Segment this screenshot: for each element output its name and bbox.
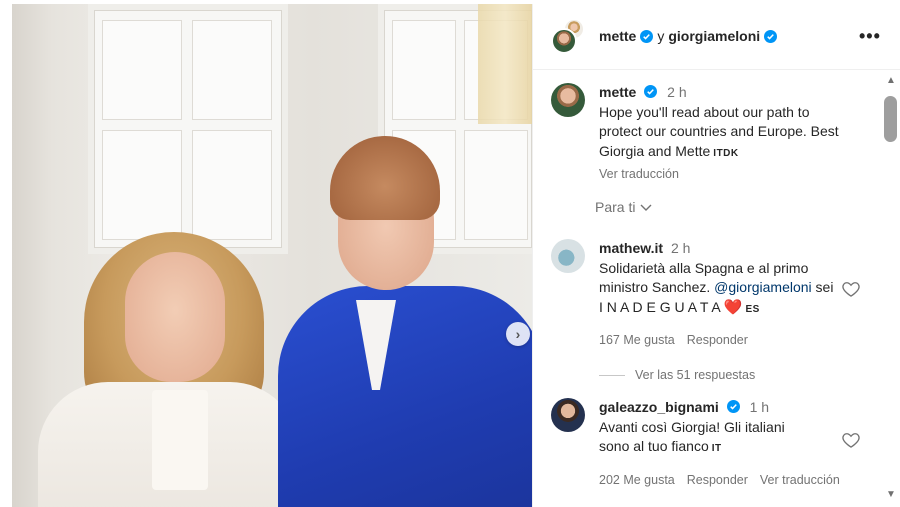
mention-link[interactable]: @giorgiameloni	[714, 279, 811, 295]
post-photo[interactable]: ›	[12, 4, 532, 507]
author-link[interactable]: mette	[599, 28, 636, 44]
avatar[interactable]	[551, 239, 585, 273]
scroll-up-icon[interactable]: ▲	[885, 76, 897, 86]
verified-badge-icon	[726, 400, 740, 413]
reply-button[interactable]: Responder	[687, 471, 748, 491]
verified-badge-icon	[764, 29, 778, 43]
scrollbar[interactable]: ▲ ▼	[881, 72, 900, 507]
language-tag: ES	[745, 303, 760, 315]
verified-badge-icon	[644, 85, 658, 98]
window-left	[88, 4, 288, 254]
see-translation-link[interactable]: Ver traducción	[760, 471, 840, 491]
reply-button[interactable]: Responder	[687, 331, 748, 351]
scrollbar-thumb[interactable]	[884, 96, 897, 142]
avatar[interactable]	[551, 28, 577, 54]
comments-list: mette 2 h Hope you'll read about our pat…	[533, 71, 881, 507]
comment-likes[interactable]: 167 Me gusta	[599, 331, 675, 351]
view-replies-label: Ver las 51 respuestas	[635, 368, 756, 382]
language-tag: ITDK	[713, 147, 739, 159]
post-authors: mette y giorgiameloni	[599, 28, 778, 44]
comment-time: 1 h	[749, 399, 770, 415]
chevron-down-icon	[640, 204, 652, 211]
chevron-right-icon: ›	[515, 326, 521, 342]
comment-likes[interactable]: 202 Me gusta	[599, 471, 675, 491]
comment-username[interactable]: mathew.it	[599, 240, 663, 256]
curtain	[478, 4, 532, 124]
avatar[interactable]	[551, 398, 585, 432]
heart-emoji-icon: ❤️	[723, 298, 743, 316]
language-tag: IT	[711, 443, 722, 454]
comment-time: 2 h	[670, 240, 691, 256]
author-link[interactable]: giorgiameloni	[668, 28, 760, 44]
see-translation-link[interactable]: Ver traducción	[599, 165, 839, 185]
verified-badge-icon	[640, 29, 654, 43]
replies-divider	[599, 374, 625, 376]
post-side-panel: mette y giorgiameloni ••• mette 2 h Hope…	[532, 4, 900, 507]
comment-sort-dropdown[interactable]: Para ti	[595, 199, 653, 215]
comment-text: Avanti così Giorgia! Gli italiani sono a…	[599, 418, 785, 455]
comment-username[interactable]: galeazzo_bignami	[599, 399, 719, 415]
avatar[interactable]	[551, 83, 585, 117]
view-replies-button[interactable]: Ver las 51 respuestas	[599, 368, 755, 382]
post-header: mette y giorgiameloni •••	[533, 4, 900, 70]
authors-separator: y	[657, 28, 665, 44]
sort-label: Para ti	[595, 199, 636, 215]
scroll-down-icon[interactable]: ▼	[885, 490, 897, 500]
comment-time: 2 h	[667, 84, 687, 100]
heart-outline-icon[interactable]	[841, 430, 861, 450]
carousel-next-button[interactable]: ›	[506, 322, 530, 346]
more-options-icon[interactable]: •••	[859, 26, 881, 47]
instagram-post: › mette y giorgiameloni ••• mette 2 h Ho…	[0, 0, 900, 507]
comment-username[interactable]: mette	[599, 84, 636, 100]
heart-outline-icon[interactable]	[841, 279, 861, 299]
